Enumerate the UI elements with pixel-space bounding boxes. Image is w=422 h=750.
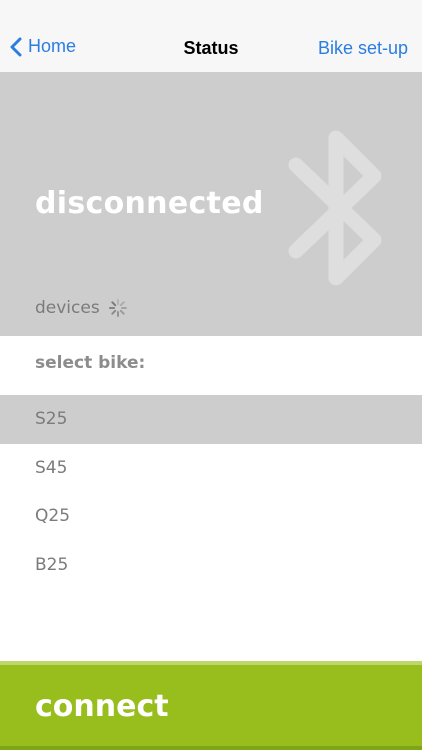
- bike-item-q25[interactable]: Q25: [0, 492, 422, 541]
- bluetooth-icon: [288, 130, 382, 286]
- connection-status-text: disconnected: [35, 186, 264, 221]
- bike-item-s45[interactable]: S45: [0, 444, 422, 493]
- select-bike-label: select bike:: [35, 353, 146, 373]
- connect-button-label: connect: [35, 689, 169, 724]
- connect-button[interactable]: connect: [0, 661, 422, 750]
- status-screen: Home Status Bike set-up disconnected dev…: [0, 0, 422, 750]
- devices-label: devices: [35, 298, 100, 318]
- navigation-bar: Home Status Bike set-up: [0, 0, 422, 72]
- bike-list: S25 S45 Q25 B25: [0, 395, 422, 589]
- bike-item-b25[interactable]: B25: [0, 541, 422, 590]
- bike-setup-button[interactable]: Bike set-up: [318, 38, 408, 59]
- loading-spinner-icon: [108, 299, 127, 317]
- bike-item-s25[interactable]: S25: [0, 395, 422, 444]
- devices-scan-status: devices: [35, 298, 128, 318]
- connection-status-panel: disconnected devices: [0, 72, 422, 336]
